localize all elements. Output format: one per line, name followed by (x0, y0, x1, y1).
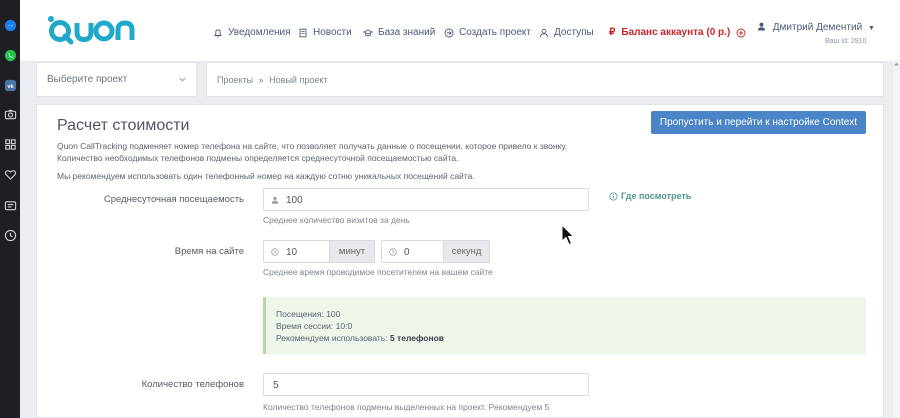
nav-access[interactable]: Доступы (539, 27, 594, 38)
skip-to-context-button[interactable]: Пропустить и перейти к настройке Context (651, 111, 866, 134)
clock-icon (389, 248, 397, 256)
minutes-input[interactable]: 10 (263, 240, 330, 263)
caret-down-icon: ▼ (867, 25, 875, 32)
chevron-down-icon (179, 77, 186, 82)
project-select[interactable]: Выберите проект (36, 62, 197, 97)
visits-label: Среднесуточная посещаемость (103, 194, 244, 205)
mouse-cursor-icon (561, 224, 575, 246)
description-line-3: Мы рекомендуем использовать один телефон… (57, 171, 475, 181)
result-recommendation: Рекомендуем использовать: 5 телефонов (276, 333, 444, 343)
svg-text:vk: vk (7, 83, 14, 89)
phones-count-label: Количество телефонов (141, 379, 244, 390)
seconds-input[interactable]: 0 (381, 240, 444, 263)
left-dock: vk (0, 0, 20, 418)
where-to-look-link[interactable]: Где посмотреть (609, 191, 691, 201)
user-name: Дмитрий Дементий (772, 22, 863, 33)
phones-count-input[interactable]: 5 (263, 373, 589, 396)
heart-icon[interactable] (3, 167, 17, 181)
page-title: Расчет стоимости (57, 117, 190, 134)
nav-news[interactable]: Новости (298, 27, 352, 38)
page-scrollbar[interactable] (893, 60, 900, 418)
nav-create-project-label: Создать проект (459, 27, 531, 38)
grid-icon[interactable] (3, 137, 17, 151)
visits-input[interactable]: 100 (263, 188, 589, 211)
nav-news-label: Новости (313, 27, 352, 38)
result-visits: Посещения: 100 (276, 309, 341, 319)
seconds-value: 0 (404, 247, 410, 258)
where-to-look-label: Где посмотреть (621, 191, 692, 201)
minutes-value: 10 (286, 247, 298, 258)
user-icon (271, 196, 279, 204)
result-session: Время сессии: 10:0 (276, 321, 353, 331)
messenger-icon[interactable] (3, 18, 17, 32)
calculation-result: Посещения: 100 Время сессии: 10:0 Рекоме… (263, 297, 866, 354)
time-on-site-label: Время на сайте (174, 246, 244, 257)
document-icon (299, 28, 307, 37)
whatsapp-icon[interactable] (3, 48, 17, 62)
nav-balance[interactable]: ₽ Баланс аккаунта (0 р.) (609, 27, 746, 38)
scroll-up-arrow-icon[interactable] (893, 60, 900, 68)
result-recommendation-value: 5 телефонов (389, 333, 445, 343)
user-id: Ваш Id: 2910 (825, 38, 867, 45)
nav-create-project[interactable]: Создать проект (444, 27, 531, 38)
user-menu[interactable]: Дмитрий Дементий ▼ (757, 22, 875, 34)
time-on-site-help: Среднее время проводимое посетителем на … (263, 267, 493, 277)
description-line-2: Количество необходимых телефонов подмены… (57, 153, 459, 163)
arrow-circle-icon (444, 28, 454, 37)
bell-icon (214, 29, 222, 37)
description-line-1: Quon CallTracking подменяет номер телефо… (57, 141, 568, 151)
plus-circle-icon[interactable] (736, 28, 746, 38)
top-header: Уведомления Новости База знаний Создать … (20, 0, 900, 62)
clock-icon[interactable] (3, 228, 17, 242)
phones-count-help: Количество телефонов подмены выделенных … (263, 402, 550, 412)
info-icon (609, 191, 618, 201)
breadcrumb: Проекты » Новый проект (206, 62, 884, 97)
vk-icon[interactable]: vk (3, 78, 17, 92)
user-outline-icon (540, 28, 548, 37)
nav-balance-label: Баланс аккаунта (0 р.) (621, 27, 731, 38)
nav-knowledge-base[interactable]: База знаний (363, 27, 435, 38)
breadcrumb-projects[interactable]: Проекты (217, 75, 253, 85)
nav-notifications-label: Уведомления (228, 27, 291, 38)
wallet-icon[interactable] (3, 198, 17, 212)
visits-help: Среднее количество визитов за день (263, 215, 410, 225)
project-select-placeholder: Выберите проект (47, 74, 128, 85)
user-icon (757, 22, 766, 34)
nav-notifications[interactable]: Уведомления (213, 27, 291, 38)
nav-access-label: Доступы (554, 27, 594, 38)
breadcrumb-current: Новый проект (269, 75, 328, 85)
graduation-cap-icon (363, 29, 373, 36)
visits-value: 100 (286, 195, 303, 206)
quon-logo[interactable] (44, 13, 139, 45)
ruble-icon: ₽ (609, 27, 616, 38)
seconds-unit: секунд (443, 240, 490, 263)
cost-calculation-panel: Расчет стоимости Пропустить и перейти к … (36, 104, 884, 418)
phones-count-value: 5 (273, 380, 279, 391)
camera-icon[interactable] (3, 107, 17, 121)
nav-knowledge-base-label: База знаний (378, 27, 436, 38)
minutes-unit: минут (329, 240, 375, 263)
result-recommendation-prefix: Рекомендуем использовать: (276, 333, 388, 343)
breadcrumb-separator: » (258, 75, 264, 85)
clock-icon (271, 248, 279, 256)
